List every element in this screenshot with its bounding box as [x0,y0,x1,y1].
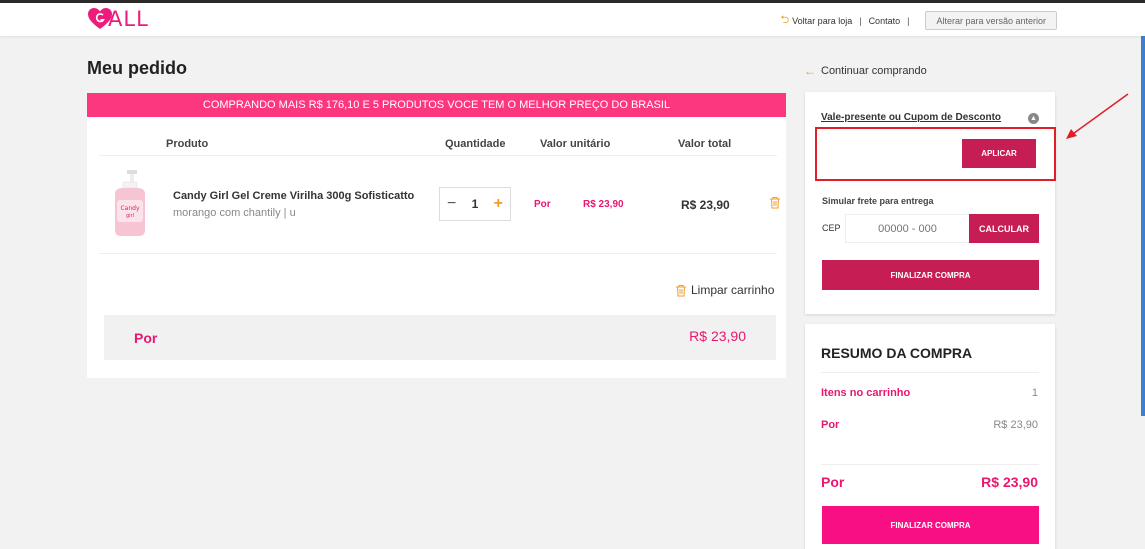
product-name[interactable]: Candy Girl Gel Creme Virilha 300g Sofist… [173,190,414,202]
items-in-cart-value: 1 [1031,387,1038,399]
trash-icon[interactable] [769,196,781,209]
summary-card: RESUMO DA COMPRA Itens no carrinho 1 Por… [805,324,1055,549]
shipping-label: Simular frete para entrega [822,196,934,206]
coupon-title[interactable]: Vale-presente ou Cupom de Desconto [821,112,1001,123]
annotation-arrow [1066,93,1129,139]
annotation-highlight-box [815,127,1056,181]
summary-total-value: R$ 23,90 [981,474,1038,490]
page-scrollbar[interactable] [1141,36,1145,416]
left-arrow-icon: ← [804,64,816,78]
summary-title: RESUMO DA COMPRA [821,345,973,361]
calculate-shipping-button[interactable]: CALCULAR [969,214,1039,243]
divider [821,464,1039,465]
cep-input[interactable] [845,214,970,243]
summary-total-label: Por [821,474,845,490]
clear-cart-label: Limpar carrinho [691,283,775,297]
column-unit-price: Valor unitário [540,138,611,150]
unit-price: R$ 23,90 [583,199,624,210]
back-arrow-icon: ⮌ [780,14,790,26]
increase-quantity-button[interactable]: + [494,195,503,213]
subtotal-value: R$ 23,90 [689,328,746,344]
chevron-up-icon[interactable]: ▲ [1028,113,1039,124]
coupon-card: Vale-presente ou Cupom de Desconto ▲ APL… [805,92,1056,314]
divider [99,155,777,156]
cart-card: COMPRANDO MAIS R$ 176,10 E 5 PRODUTOS VO… [87,93,786,378]
continue-shopping-link[interactable]: ← Continuar comprando [804,64,927,78]
finish-purchase-button[interactable]: FINALIZAR COMPRA [822,260,1039,290]
column-product: Produto [166,138,209,150]
back-to-store-link[interactable]: Voltar para loja [792,16,852,26]
product-variant: morango com chantily | u [173,207,296,219]
cep-label: CEP [822,223,841,233]
summary-por-value: R$ 23,90 [993,419,1038,431]
promo-banner: COMPRANDO MAIS R$ 176,10 E 5 PRODUTOS VO… [87,93,786,117]
subtotal-bar: Por R$ 23,90 [104,315,776,360]
column-quantity: Quantidade [445,138,506,150]
divider: | [859,15,862,26]
quantity-value[interactable]: 1 [472,197,479,211]
clear-cart-button[interactable]: Limpar carrinho [675,283,774,297]
svg-text:girl: girl [126,213,134,219]
old-version-button[interactable]: Alterar para versão anterior [925,11,1057,30]
logo-text: ALL [108,7,149,31]
unit-price-label: Por [534,199,551,210]
divider [99,253,777,254]
top-links: ⮌ Voltar para loja | Contato | Alterar p… [780,11,1057,30]
logo[interactable]: ALL [88,7,149,31]
subtotal-label: Por [134,330,158,346]
finish-purchase-button-secondary[interactable]: FINALIZAR COMPRA [822,506,1039,544]
product-image[interactable]: Candy girl [109,170,151,236]
continue-shopping-label: Continuar comprando [821,65,927,77]
svg-text:Candy: Candy [120,205,139,212]
items-in-cart-label: Itens no carrinho [821,387,911,399]
page-title: Meu pedido [87,58,187,78]
site-header: ALL ⮌ Voltar para loja | Contato | Alter… [0,3,1145,36]
divider [821,372,1039,373]
column-total: Valor total [678,138,732,150]
item-total: R$ 23,90 [681,198,730,212]
decrease-quantity-button[interactable]: − [447,195,456,213]
quantity-stepper: − 1 + [439,187,511,221]
contact-link[interactable]: Contato [869,16,901,26]
summary-por-label: Por [821,419,840,431]
trash-icon [676,284,686,296]
divider: | [907,15,910,26]
